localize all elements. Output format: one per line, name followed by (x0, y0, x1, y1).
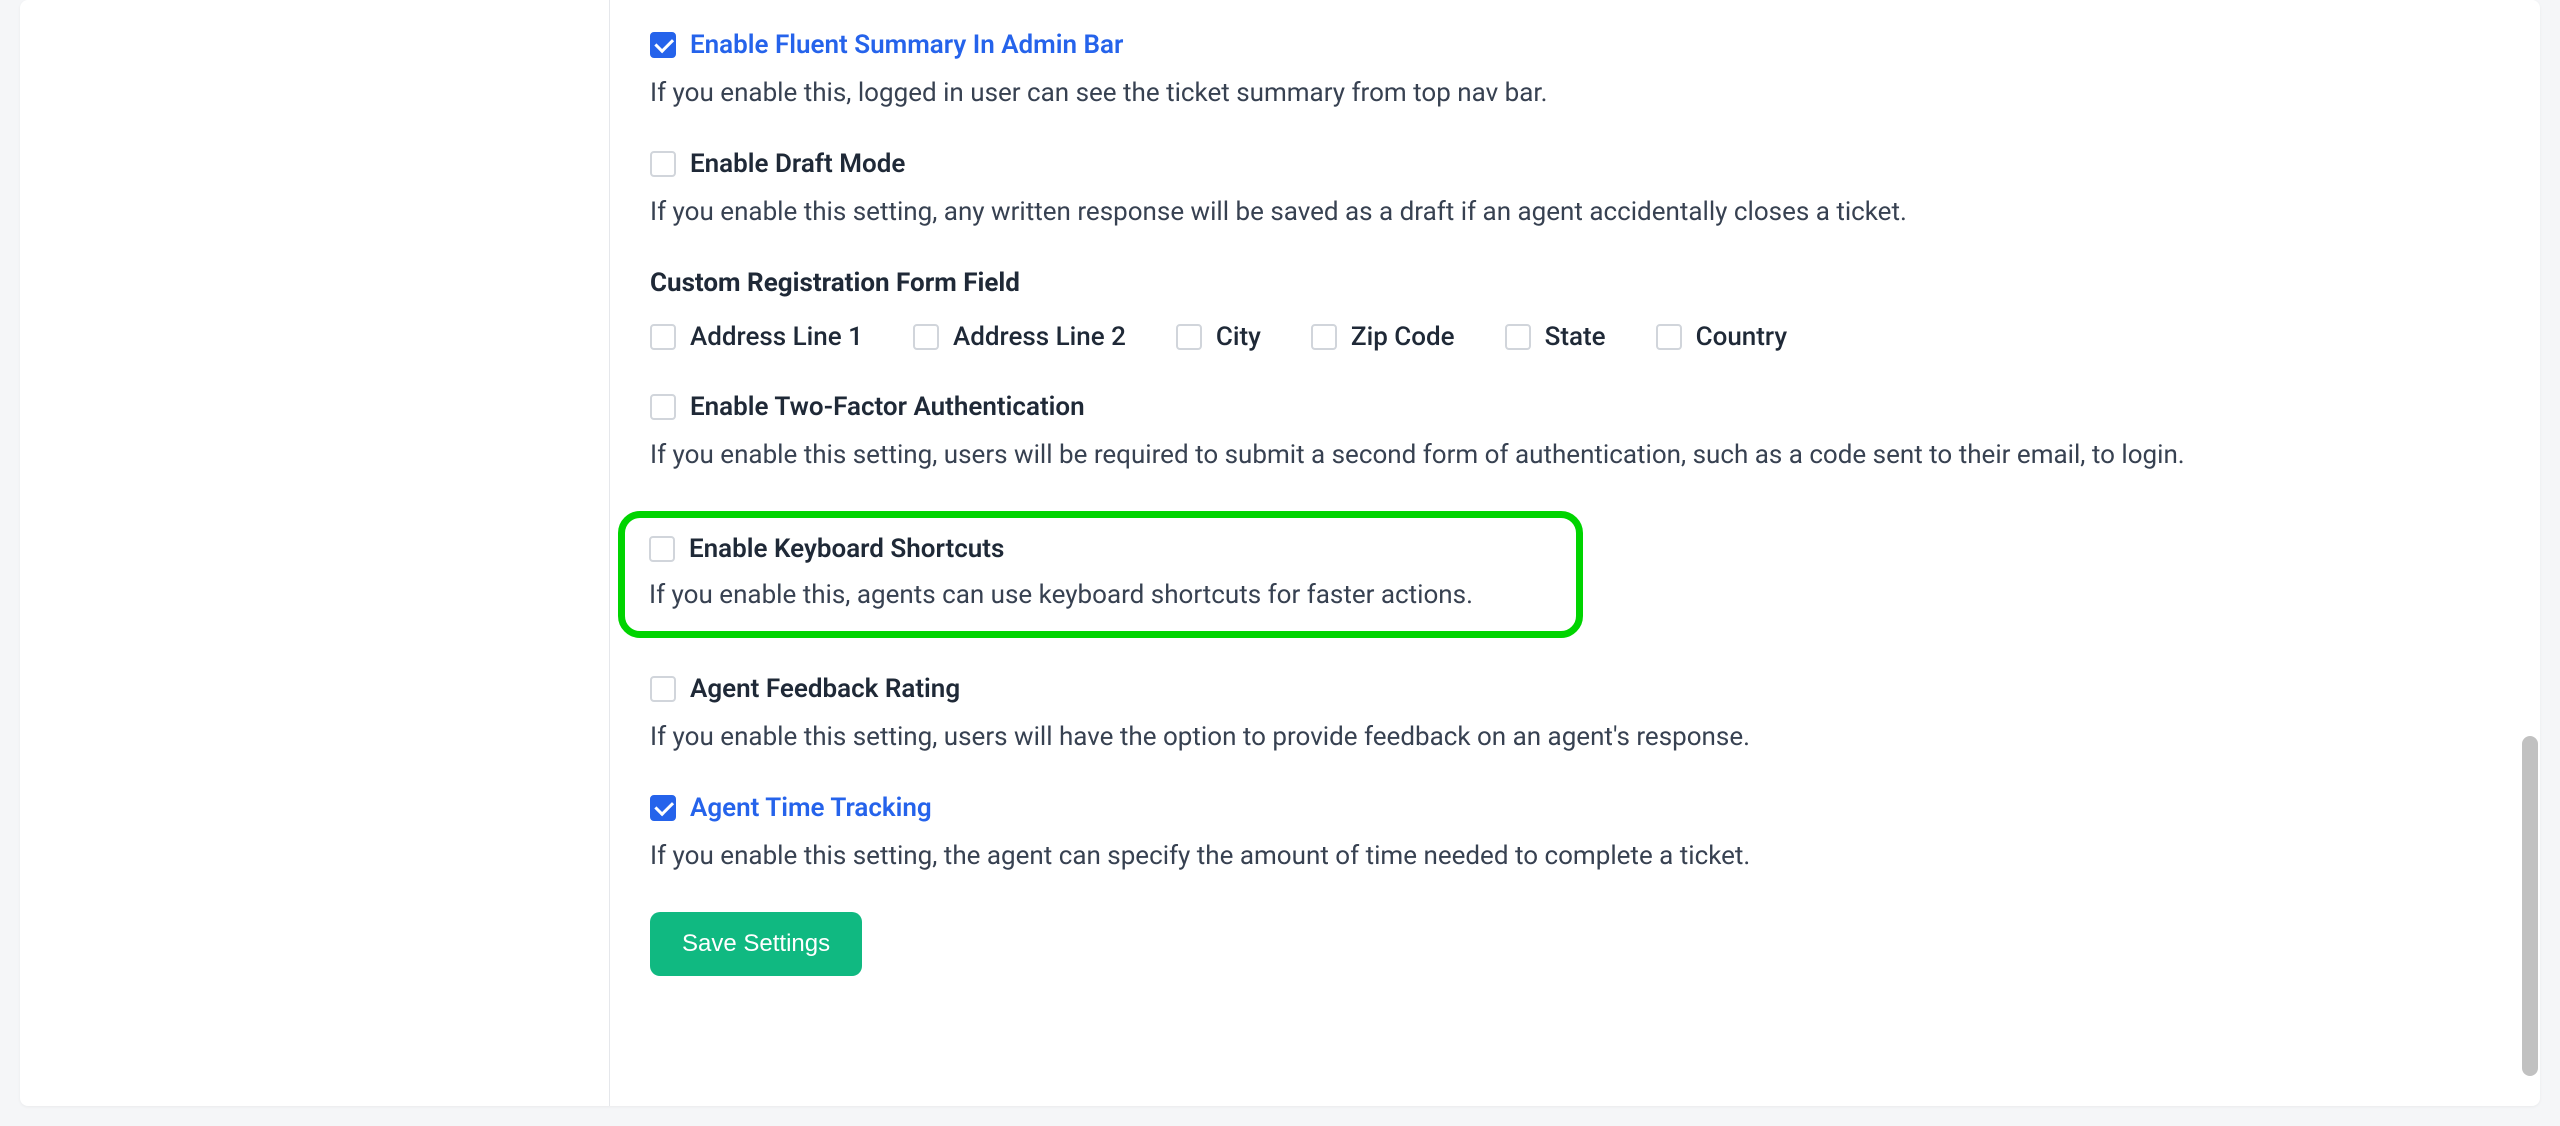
description-agent-feedback: If you enable this setting, users will h… (650, 718, 2452, 757)
checkbox-country[interactable] (1656, 324, 1682, 350)
setting-agent-time-tracking: Agent Time Tracking If you enable this s… (650, 793, 2452, 876)
label-two-factor[interactable]: Enable Two-Factor Authentication (690, 392, 1085, 422)
setting-fluent-summary: Enable Fluent Summary In Admin Bar If yo… (650, 30, 2452, 113)
setting-two-factor: Enable Two-Factor Authentication If you … (650, 392, 2452, 475)
save-settings-button[interactable]: Save Settings (650, 912, 862, 976)
scrollbar-track[interactable] (2522, 0, 2538, 1106)
scrollbar-thumb[interactable] (2522, 736, 2538, 1076)
checkbox-city[interactable] (1176, 324, 1202, 350)
label-keyboard-shortcuts[interactable]: Enable Keyboard Shortcuts (689, 534, 1004, 564)
checkbox-address-line-2[interactable] (913, 324, 939, 350)
sidebar-area (20, 0, 610, 1106)
field-address-line-2: Address Line 2 (913, 322, 1126, 352)
checkbox-state[interactable] (1505, 324, 1531, 350)
field-address-line-1: Address Line 1 (650, 322, 863, 352)
checkbox-zip-code[interactable] (1311, 324, 1337, 350)
highlight-keyboard-shortcuts: Enable Keyboard Shortcuts If you enable … (618, 511, 1583, 638)
checkbox-agent-feedback[interactable] (650, 676, 676, 702)
description-agent-time-tracking: If you enable this setting, the agent ca… (650, 837, 2452, 876)
field-state: State (1505, 322, 1606, 352)
checkbox-keyboard-shortcuts[interactable] (649, 536, 675, 562)
field-zip-code: Zip Code (1311, 322, 1455, 352)
description-keyboard-shortcuts: If you enable this, agents can use keybo… (649, 576, 1552, 615)
setting-draft-mode: Enable Draft Mode If you enable this set… (650, 149, 2452, 232)
checkbox-address-line-1[interactable] (650, 324, 676, 350)
field-country: Country (1656, 322, 1787, 352)
label-draft-mode[interactable]: Enable Draft Mode (690, 149, 905, 179)
checkbox-agent-time-tracking[interactable] (650, 795, 676, 821)
checkbox-two-factor[interactable] (650, 394, 676, 420)
label-city[interactable]: City (1216, 322, 1261, 352)
checkbox-draft-mode[interactable] (650, 151, 676, 177)
description-fluent-summary: If you enable this, logged in user can s… (650, 74, 2452, 113)
label-agent-time-tracking[interactable]: Agent Time Tracking (690, 793, 932, 823)
description-draft-mode: If you enable this setting, any written … (650, 193, 2452, 232)
checkbox-fluent-summary[interactable] (650, 32, 676, 58)
heading-custom-registration: Custom Registration Form Field (650, 268, 2452, 298)
label-zip-code[interactable]: Zip Code (1351, 322, 1455, 352)
field-city: City (1176, 322, 1261, 352)
section-custom-registration: Custom Registration Form Field Address L… (650, 268, 2452, 352)
label-agent-feedback[interactable]: Agent Feedback Rating (690, 674, 960, 704)
settings-content: Enable Fluent Summary In Admin Bar If yo… (610, 0, 2492, 1106)
label-address-line-1[interactable]: Address Line 1 (690, 322, 863, 352)
setting-agent-feedback: Agent Feedback Rating If you enable this… (650, 674, 2452, 757)
description-two-factor: If you enable this setting, users will b… (650, 436, 2452, 475)
label-address-line-2[interactable]: Address Line 2 (953, 322, 1126, 352)
label-fluent-summary[interactable]: Enable Fluent Summary In Admin Bar (690, 30, 1123, 60)
label-state[interactable]: State (1545, 322, 1606, 352)
label-country[interactable]: Country (1696, 322, 1787, 352)
